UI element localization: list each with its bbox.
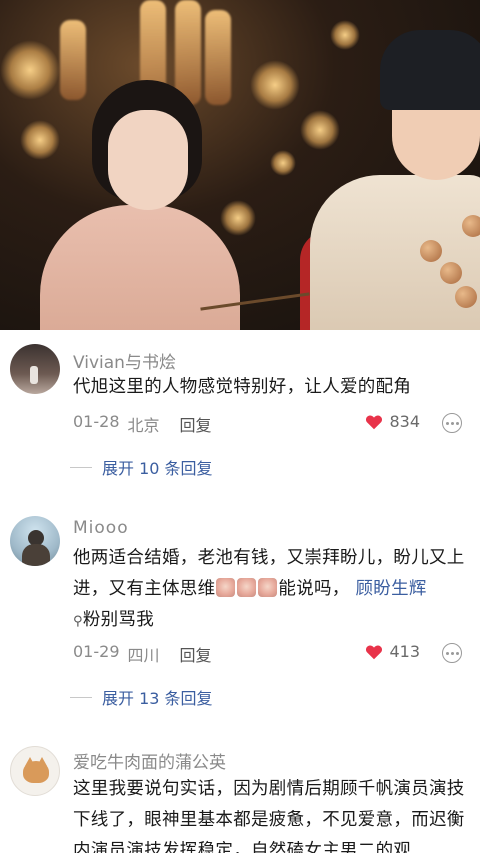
like-count: 413 bbox=[389, 642, 420, 661]
bead bbox=[440, 262, 462, 284]
avatar-figure bbox=[22, 544, 50, 566]
lantern-light bbox=[60, 20, 86, 100]
bokeh-light bbox=[270, 150, 296, 176]
like-button[interactable]: 834 bbox=[365, 412, 420, 431]
emoji-icon bbox=[237, 578, 257, 597]
like-button[interactable]: 413 bbox=[365, 642, 420, 661]
username[interactable]: Vivian与书烩 bbox=[73, 348, 176, 373]
more-options-icon[interactable] bbox=[442, 413, 462, 433]
comment-meta: 01-28 北京 回复 bbox=[73, 412, 212, 436]
actor-hat bbox=[380, 30, 480, 110]
actress-figure bbox=[40, 205, 240, 330]
bead bbox=[462, 215, 480, 237]
avatar[interactable] bbox=[10, 344, 60, 394]
mention-link[interactable]: 顾盼生辉 bbox=[355, 579, 426, 599]
comment-location: 北京 bbox=[127, 416, 160, 435]
comment-text-part: 能说吗， bbox=[278, 579, 350, 599]
bokeh-light bbox=[330, 20, 360, 50]
avatar-ear bbox=[25, 757, 35, 766]
username[interactable]: Miooo bbox=[73, 518, 129, 538]
comment-date: 01-28 bbox=[73, 412, 120, 431]
expand-replies[interactable]: 展开 10 条回复 bbox=[70, 455, 213, 479]
reply-button[interactable]: 回复 bbox=[180, 412, 212, 436]
like-count: 834 bbox=[389, 412, 420, 431]
comment-text: 这里我要说句实话，因为剧情后期顾千帆演员演技下线了，眼神里基本都是疲惫，不见爱意… bbox=[73, 779, 465, 853]
heart-icon bbox=[366, 644, 383, 659]
avatar[interactable] bbox=[10, 516, 60, 566]
bokeh-light bbox=[0, 40, 60, 100]
comment-date: 01-29 bbox=[73, 642, 120, 661]
comment-meta: 01-29 四川 回复 bbox=[73, 642, 212, 666]
bokeh-light bbox=[300, 110, 340, 150]
actress-face bbox=[108, 110, 188, 210]
comment-text: 代旭这里的人物感觉特别好，让人爱的配角 bbox=[73, 377, 412, 397]
emoji-icon bbox=[258, 578, 278, 597]
divider-line bbox=[70, 466, 92, 468]
video-frame[interactable] bbox=[0, 0, 480, 330]
bokeh-light bbox=[220, 200, 256, 236]
more-options-icon[interactable] bbox=[442, 643, 462, 663]
expand-replies-label: 展开 10 条回复 bbox=[102, 459, 213, 478]
comment-location: 四川 bbox=[127, 646, 160, 665]
search-icon: ⚲ bbox=[73, 614, 83, 629]
bokeh-light bbox=[250, 60, 300, 110]
actor-figure bbox=[310, 175, 480, 330]
heart-icon bbox=[366, 414, 383, 429]
comment-text-part: 粉别骂我 bbox=[82, 610, 155, 630]
avatar-ear bbox=[37, 757, 47, 766]
bead bbox=[455, 286, 477, 308]
reply-button[interactable]: 回复 bbox=[180, 642, 212, 666]
emoji-icon bbox=[216, 578, 236, 597]
username[interactable]: 爱吃牛肉面的蒲公英 bbox=[73, 748, 226, 773]
bokeh-light bbox=[20, 120, 60, 160]
comment-text: 他两适合结婚，老池有钱，又崇拜盼儿，盼儿又上进，又有主体思维 能说吗， 顾盼生辉 ⚲… bbox=[73, 543, 468, 637]
avatar[interactable] bbox=[10, 746, 60, 796]
expand-replies[interactable]: 展开 13 条回复 bbox=[70, 685, 213, 709]
bead bbox=[420, 240, 442, 262]
divider-line bbox=[70, 696, 92, 698]
avatar-figure bbox=[30, 366, 38, 384]
lantern-light bbox=[205, 10, 231, 105]
expand-replies-label: 展开 13 条回复 bbox=[102, 689, 213, 708]
